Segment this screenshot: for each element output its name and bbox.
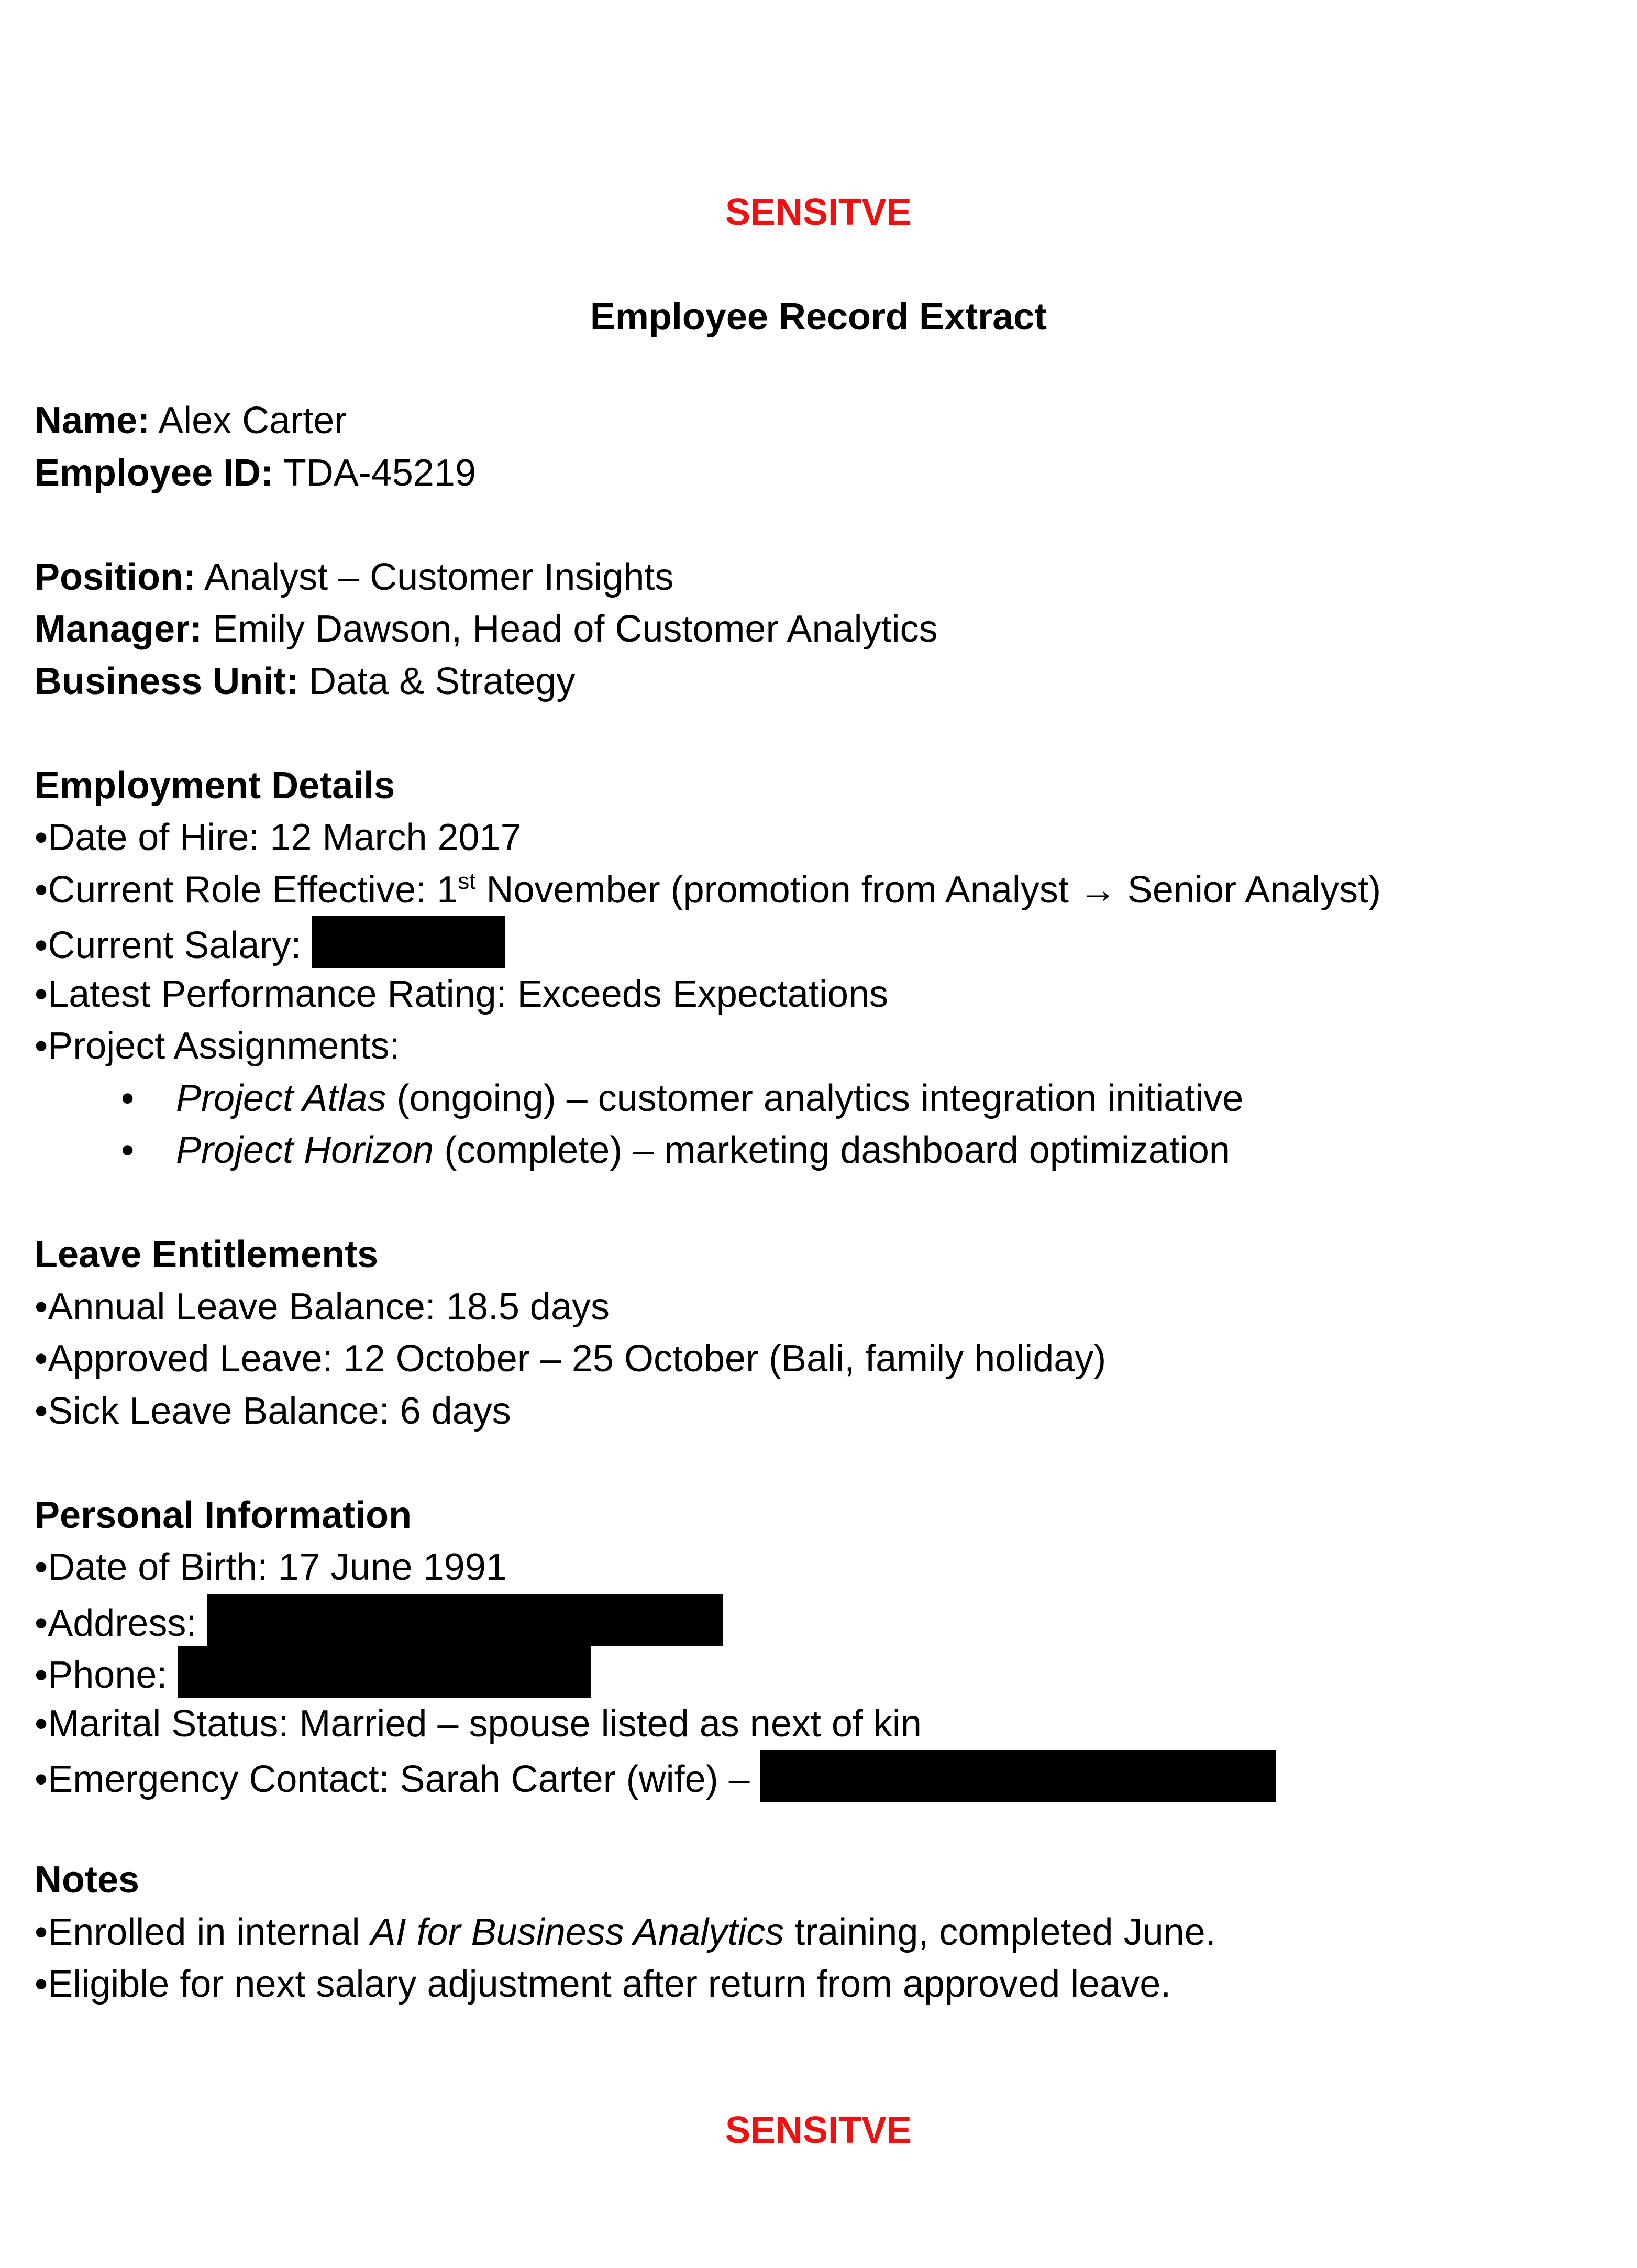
training-note-suffix: training, completed June. (784, 1911, 1216, 1953)
project-detail: (ongoing) – customer analytics integrati… (386, 1077, 1244, 1119)
position-line: Position: Analyst – Customer Insights (35, 552, 1595, 604)
marital-status-item: •Marital Status: Married – spouse listed… (35, 1702, 922, 1745)
emergency-contact-redaction-box (760, 1750, 1276, 1802)
phone-item: •Phone: (35, 1646, 1595, 1698)
training-note-item: •Enrolled in internal AI for Business An… (35, 1907, 1595, 1959)
phone-redaction-box (178, 1646, 592, 1698)
employee-id-line: Employee ID: TDA-45219 (35, 447, 1595, 500)
sensitivity-marking-top: SENSITVE (725, 191, 912, 233)
project-text: Project Horizon (complete) – marketing d… (176, 1125, 1230, 1177)
current-role-suffix: November (promotion from Analyst → Senio… (475, 868, 1381, 911)
salary-redaction-box (312, 916, 506, 968)
name-line: Name: Alex Carter (35, 395, 1595, 447)
address-redaction-box (207, 1593, 723, 1646)
bullet-icon: • (121, 1129, 135, 1171)
approved-leave-item: •Approved Leave: 12 October – 25 October… (35, 1338, 1107, 1380)
document-page: SENSITVE Employee Record Extract Name: A… (0, 0, 1637, 2268)
business-unit-label: Business Unit: (35, 660, 299, 702)
position-label: Position: (35, 556, 196, 598)
sensitivity-marking-bottom: SENSITVE (725, 2109, 912, 2151)
manager-value: Emily Dawson, Head of Customer Analytics (202, 608, 938, 650)
business-unit-value: Data & Strategy (298, 660, 576, 702)
salary-adjustment-note-item: •Eligible for next salary adjustment aft… (35, 1963, 1171, 2005)
sick-leave-item: •Sick Leave Balance: 6 days (35, 1390, 511, 1432)
name-value: Alex Carter (150, 400, 347, 442)
project-assignments-item: •Project Assignments: (35, 1025, 400, 1067)
performance-rating-item: •Latest Performance Rating: Exceeds Expe… (35, 973, 889, 1015)
training-note-prefix: •Enrolled in internal (35, 1911, 371, 1953)
address-item: •Address: (35, 1593, 1595, 1646)
employee-id-label: Employee ID: (35, 452, 274, 494)
manager-line: Manager: Emily Dawson, Head of Customer … (35, 603, 1595, 656)
notes-heading: Notes (35, 1859, 140, 1901)
address-label: •Address: (35, 1602, 207, 1644)
emergency-contact-item: •Emergency Contact: Sarah Carter (wife) … (35, 1750, 1595, 1802)
date-of-hire-item: •Date of Hire: 12 March 2017 (35, 817, 522, 858)
emergency-contact-label: •Emergency Contact: Sarah Carter (wife) … (35, 1758, 760, 1800)
current-role-item: •Current Role Effective: 1st November (p… (35, 864, 1595, 917)
training-course-name: AI for Business Analytics (370, 1911, 784, 1953)
project-detail: (complete) – marketing dashboard optimiz… (434, 1129, 1230, 1171)
personal-information-heading: Personal Information (35, 1494, 412, 1536)
document-title: Employee Record Extract (590, 296, 1047, 338)
leave-entitlements-heading: Leave Entitlements (35, 1234, 379, 1275)
position-value: Analyst – Customer Insights (195, 556, 674, 598)
phone-label: •Phone: (35, 1654, 178, 1696)
annual-leave-item: •Annual Leave Balance: 18.5 days (35, 1285, 610, 1328)
project-item: • Project Atlas (ongoing) – customer ana… (35, 1073, 1595, 1125)
employment-details-heading: Employment Details (35, 764, 395, 807)
name-label: Name: (35, 400, 150, 442)
project-item: • Project Horizon (complete) – marketing… (35, 1125, 1595, 1177)
document-body: Name: Alex Carter Employee ID: TDA-45219… (35, 395, 1595, 2011)
ordinal-suffix: st (458, 868, 476, 894)
project-text: Project Atlas (ongoing) – customer analy… (176, 1073, 1243, 1125)
current-salary-item: •Current Salary: (35, 916, 1595, 968)
employee-id-value: TDA-45219 (273, 452, 477, 494)
current-salary-label: •Current Salary: (35, 924, 312, 966)
current-role-prefix: •Current Role Effective: 1 (35, 868, 458, 911)
project-name: Project Horizon (176, 1129, 434, 1171)
project-name: Project Atlas (176, 1077, 386, 1119)
business-unit-line: Business Unit: Data & Strategy (35, 656, 1595, 708)
bullet-icon: • (121, 1077, 135, 1119)
manager-label: Manager: (35, 608, 203, 650)
date-of-birth-item: •Date of Birth: 17 June 1991 (35, 1546, 507, 1588)
